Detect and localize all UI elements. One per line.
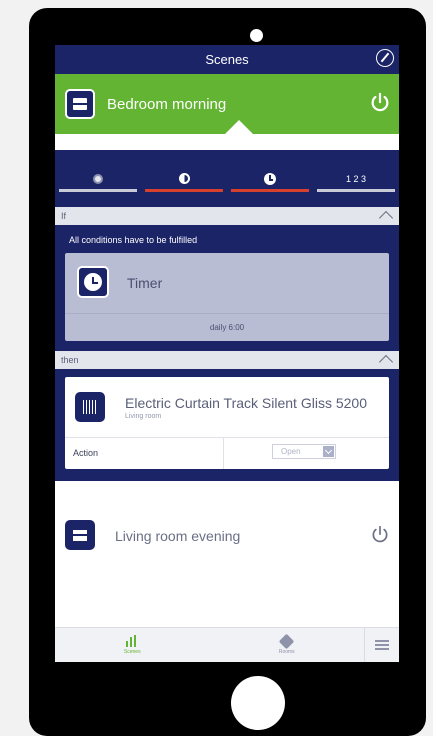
tab-clock[interactable]	[227, 150, 313, 207]
tab-steps[interactable]: 1 2 3	[313, 150, 399, 207]
bottom-nav: Scenes Rooms	[55, 627, 399, 662]
timer-label: Timer	[127, 275, 163, 291]
timer-clock-icon	[77, 266, 109, 298]
edit-icon[interactable]	[376, 49, 394, 67]
empty-space	[55, 566, 399, 628]
action-select-value: Open	[281, 447, 301, 456]
device-room: Living room	[125, 413, 162, 420]
hamburger-icon	[375, 640, 389, 650]
header-gap	[55, 120, 399, 150]
power-icon[interactable]	[369, 92, 391, 114]
scene-list-item[interactable]: Living room evening	[55, 506, 399, 567]
rooms-icon	[278, 633, 295, 649]
chevron-down-icon[interactable]	[323, 446, 334, 457]
device-name: Electric Curtain Track Silent Gliss 5200	[125, 395, 367, 411]
scene-tabs: 1 2 3	[55, 150, 399, 207]
app-screen: Scenes Bedroom morning 1 2 3 If All cond…	[55, 45, 399, 662]
timer-condition-card[interactable]: Timer daily 6:00	[65, 253, 389, 341]
device-action-card[interactable]: Electric Curtain Track Silent Gliss 5200…	[65, 377, 389, 469]
power-icon[interactable]	[370, 525, 390, 545]
pointer-notch	[225, 120, 253, 134]
clock-icon	[264, 172, 276, 185]
scene-name: Living room evening	[115, 528, 241, 544]
chevron-up-icon[interactable]	[378, 354, 394, 370]
dot-icon	[93, 173, 103, 184]
current-scene-title: Bedroom morning	[107, 95, 227, 113]
curtain-icon	[75, 392, 105, 422]
steps-icon: 1 2 3	[345, 173, 367, 184]
sofa-icon	[65, 520, 95, 550]
tab-dot[interactable]	[55, 150, 141, 207]
action-label: Action	[73, 448, 99, 458]
chevron-up-icon[interactable]	[378, 210, 394, 226]
nav-rooms[interactable]: Rooms	[210, 628, 365, 662]
bed-icon	[65, 89, 95, 119]
title-bar: Scenes	[55, 45, 399, 74]
nav-scenes-label: Scenes	[123, 649, 141, 655]
then-section-label: then	[61, 355, 79, 365]
conditions-area: All conditions have to be fulfilled Time…	[55, 225, 399, 351]
menu-button[interactable]	[364, 628, 399, 662]
if-section-header[interactable]: If	[55, 207, 399, 226]
if-section-label: If	[61, 211, 67, 221]
divider	[65, 437, 389, 438]
then-section-header[interactable]: then	[55, 351, 399, 370]
page-title: Scenes	[205, 52, 249, 67]
nav-scenes[interactable]: Scenes	[55, 628, 210, 662]
action-select[interactable]: Open	[272, 444, 336, 459]
divider	[65, 313, 389, 314]
tab-half-moon[interactable]	[141, 150, 227, 207]
conditions-text: All conditions have to be fulfilled	[69, 235, 198, 245]
scenes-icon	[126, 635, 138, 647]
actions-area: Electric Curtain Track Silent Gliss 5200…	[55, 369, 399, 481]
half-moon-icon	[178, 173, 190, 184]
camera-dot	[250, 29, 263, 42]
nav-rooms-label: Rooms	[278, 648, 295, 655]
divider	[223, 437, 224, 469]
home-button[interactable]	[231, 676, 285, 730]
timer-schedule: daily 6:00	[209, 323, 245, 332]
